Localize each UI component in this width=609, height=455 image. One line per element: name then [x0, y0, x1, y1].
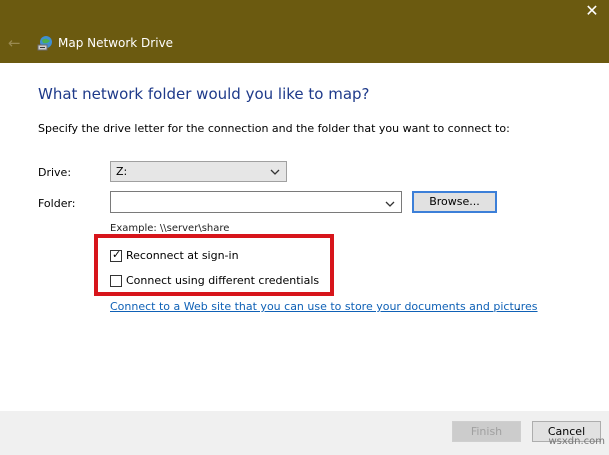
web-site-link[interactable]: Connect to a Web site that you can use t…: [110, 300, 538, 313]
drive-value: Z:: [116, 165, 128, 178]
reconnect-label[interactable]: Reconnect at sign-in: [126, 249, 239, 262]
link-period: .: [517, 300, 521, 313]
window-title: Map Network Drive: [58, 36, 174, 50]
checkmark-icon: ✓: [112, 248, 122, 261]
title-bar: ✕ ← Map Network Drive: [0, 0, 609, 63]
network-drive-icon: [36, 34, 54, 52]
finish-button[interactable]: Finish: [452, 421, 521, 442]
different-credentials-checkbox[interactable]: [110, 275, 122, 287]
example-text: Example: \\server\share: [110, 223, 230, 234]
folder-input[interactable]: [110, 191, 402, 213]
watermark-text: wsxdn.com: [548, 436, 605, 447]
different-credentials-label[interactable]: Connect using different credentials: [126, 274, 319, 287]
folder-label: Folder:: [38, 197, 76, 210]
reconnect-checkbox[interactable]: ✓: [110, 248, 122, 262]
chevron-down-icon[interactable]: [384, 195, 396, 207]
chevron-down-icon[interactable]: [269, 165, 281, 177]
close-icon[interactable]: ✕: [583, 2, 601, 20]
instructions-text: Specify the drive letter for the connect…: [38, 122, 510, 135]
back-arrow-icon[interactable]: ←: [8, 35, 24, 51]
page-heading: What network folder would you like to ma…: [38, 85, 370, 103]
browse-button[interactable]: Browse...: [412, 191, 497, 213]
drive-select[interactable]: Z:: [110, 161, 287, 182]
drive-label: Drive:: [38, 166, 72, 179]
